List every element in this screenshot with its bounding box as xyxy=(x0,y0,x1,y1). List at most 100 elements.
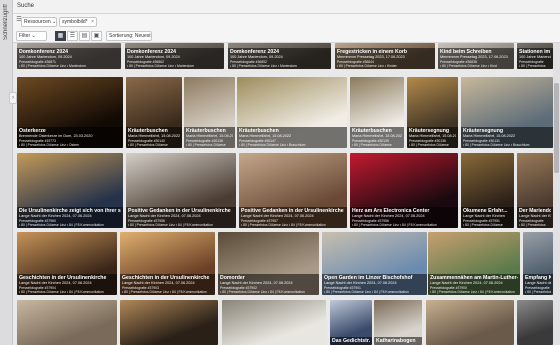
result-tile[interactable]: Kräuterbuschen Maria Himmelfahrt, 15.08.2… xyxy=(350,77,404,148)
tile-caption: Ökumene Erfahr... Lange Nacht der Kirchen… xyxy=(461,207,514,228)
tile-caption: Die Ursulinenkirche zeigt sich von ihrer… xyxy=(17,207,123,228)
list-view-icon[interactable]: ☰ xyxy=(67,31,78,41)
tile-collections: • 80 | Pressefotos Diözese Linz • 84 | F… xyxy=(324,289,409,294)
tile-collections: • 80 | Pressefotos Diözese Linz • Kinder xyxy=(337,63,397,68)
tile-caption: Kind beim Schreiben Mmmmmm Pressetag 2023… xyxy=(438,48,514,69)
tile-caption: Herz am Ars Electronica Center Lange Nach… xyxy=(350,207,458,228)
tile-caption: Domorder Lange Nacht der Kirchen 2024, 07… xyxy=(218,274,319,295)
result-tile[interactable]: Open Garden im Linzer Bischofshof Lange N… xyxy=(322,232,427,295)
result-tile[interactable]: Empfang KäLange Nacht der KirchenPressef… xyxy=(523,232,553,295)
app-window: Schnellzugriff › Suche ☰ Ressourcen ⌄ sy… xyxy=(0,0,560,345)
result-tile[interactable] xyxy=(120,300,218,345)
result-tile[interactable] xyxy=(517,300,553,345)
sort-dropdown[interactable]: Sortierung: Neueste xyxy=(106,31,152,41)
tile-collections: • 80 | Pressefotos Diözese xyxy=(463,222,503,227)
tile-collections: • 80 | Pressefotos Diözese Linz • Marien… xyxy=(19,63,86,68)
tile-caption: Positive Gedanken in der Ursulinenkirche… xyxy=(126,207,236,228)
thumbnail-image xyxy=(222,300,326,345)
result-tile[interactable]: Geschichten in der Ursulinenkirche Lange … xyxy=(17,232,117,295)
tile-collections: • 80 | Pressefotos Diözese Linz • Marien… xyxy=(127,63,194,68)
page-header: Suche xyxy=(13,0,560,14)
tile-collections: • 80 | Pressefotos Diözese Linz • 84 | F… xyxy=(430,289,515,294)
result-tile[interactable]: Domorder Lange Nacht der Kirchen 2024, 07… xyxy=(218,232,319,295)
result-tile[interactable]: Domkonferenz 2024 100 Jahre Mariendom, 09… xyxy=(125,43,224,69)
result-tile[interactable]: Ökumene Erfahr... Lange Nacht der Kirchen… xyxy=(461,153,514,228)
result-tile[interactable] xyxy=(222,300,326,345)
search-value: symbolbild* xyxy=(62,19,88,25)
tile-collections: • 80 | Pressefotos xyxy=(519,63,546,68)
tile-caption: Stationen im Dom100 Jahre MariendomPress… xyxy=(517,48,553,69)
tile-caption: Positive Gedanken in der Ursulinenkirche… xyxy=(239,207,347,228)
tile-collections: • 80 | Pressefotos Diözese Linz • Brauch… xyxy=(239,142,306,147)
result-tile[interactable]: Kräuterbuschen Maria Himmelfahrt, 15.08.2… xyxy=(237,77,347,148)
sidebar-toggle-icon[interactable]: › xyxy=(9,92,17,104)
tile-caption: Domkonferenz 2024 100 Jahre Mariendom, 09… xyxy=(228,48,331,69)
tile-collections: • 80 | Pressefotos Diözese Linz • 84 | F… xyxy=(19,289,104,294)
result-tile[interactable]: Kräuterbuschen Maria Himmelfahrt, 15.08.2… xyxy=(126,77,182,148)
tile-collections: • 80 | Pressefotos Diözese Linz • 84 | F… xyxy=(122,289,207,294)
tile-caption: Domkonferenz 2024 100 Jahre Mariendom, 09… xyxy=(17,48,121,69)
tile-caption: Katharinabogen xyxy=(374,337,422,345)
tile-collections: • 80 | Pressefotos xyxy=(525,289,551,294)
tile-collections: • 80 | Pressefotos Diözese xyxy=(128,142,168,147)
tile-title: Das Gedichtstr... xyxy=(332,338,370,344)
tile-caption: Fregestricken in einem Korb Mmmmmm Presse… xyxy=(335,48,435,69)
vertical-scrollbar[interactable] xyxy=(553,43,560,345)
result-tile[interactable]: Kräutersegnung Maria Himmelfahrt, 15.08.2… xyxy=(461,77,553,148)
result-tile[interactable]: Positive Gedanken in der Ursulinenkirche… xyxy=(239,153,347,228)
tile-caption: Kräuterbuschen Maria Himmelfahrt, 15.08.2… xyxy=(237,127,347,148)
tile-collections: • 80 | Pressefotos Diözese Linz • 84 | F… xyxy=(128,222,213,227)
tile-collections: • 80 | Pressefotos Diözese Linz • 84 | F… xyxy=(241,222,326,227)
tile-collections: • 80 | Pressefotos Diözese Linz • Brauch… xyxy=(463,142,530,147)
tile-collections: • 80 | Pressefotos Diözese Linz • Ostern xyxy=(19,142,80,147)
result-tile[interactable]: Die Ursulinenkirche zeigt sich von ihrer… xyxy=(17,153,123,228)
resource-type-dropdown[interactable]: Ressourcen ⌄ xyxy=(21,17,57,27)
result-tile[interactable]: Katharinabogen xyxy=(374,300,422,345)
result-tile[interactable]: Das Gedichtstr... xyxy=(330,300,372,345)
result-tile[interactable]: Stationen im Dom100 Jahre MariendomPress… xyxy=(517,43,553,69)
filter-button[interactable]: Filter ⌄ xyxy=(16,31,47,41)
result-tile[interactable]: Domkonferenz 2024 100 Jahre Mariendom, 09… xyxy=(228,43,331,69)
grid-view-icon[interactable]: ▦ xyxy=(55,31,66,41)
search-input[interactable]: symbolbild* × xyxy=(59,17,97,27)
tile-caption: Kräuterbuschen Maria Himmelfahrt, 15.08.2… xyxy=(126,127,182,148)
compact-view-icon[interactable]: ▣ xyxy=(91,31,102,41)
result-tile[interactable]: Zusammennähen am Martin-Luther-PlatzLang… xyxy=(428,232,520,295)
result-tile[interactable]: Fregestricken in einem Korb Mmmmmm Presse… xyxy=(335,43,435,69)
tile-collections: • 80 | Pressefotos Diözese Linz • 84 | F… xyxy=(220,289,305,294)
tile-caption: Kräuterbuschen Maria Himmelfahrt, 15.08.2… xyxy=(350,127,404,148)
result-tile[interactable]: Osterkerze Brennende Osterkerze im Dom, 2… xyxy=(17,77,123,148)
result-tile[interactable] xyxy=(17,300,117,345)
result-tile[interactable]: Positive Gedanken in der Ursulinenkirche… xyxy=(126,153,236,228)
tile-caption: Domkonferenz 2024 100 Jahre Mariendom, 09… xyxy=(125,48,224,69)
tile-caption: Das Gedichtstr... xyxy=(330,337,372,345)
result-tile[interactable]: Kräuterbuschen Maria Himmelfahrt, 15.08.2… xyxy=(184,77,235,148)
tile-caption: Geschichten in der Ursulinenkirche Lange … xyxy=(17,274,117,295)
tile-collections: • 80 | Pressefotos Diözese xyxy=(186,142,226,147)
tile-collections: • 80 | Pressefotos Diözese xyxy=(352,142,392,147)
tile-collections: • 80 | Pressefotos Diözese Linz • 84 | F… xyxy=(352,222,437,227)
quick-access-sidebar[interactable]: Schnellzugriff xyxy=(0,0,13,345)
result-tile[interactable]: Domkonferenz 2024 100 Jahre Mariendom, 09… xyxy=(17,43,121,69)
tile-caption: Kräuterbuschen Maria Himmelfahrt, 15.08.2… xyxy=(184,127,235,148)
table-view-icon[interactable]: ▤ xyxy=(79,31,90,41)
clear-search-icon[interactable]: × xyxy=(91,18,94,26)
tile-caption: Kräutersegnung Maria Himmelfahrt, 15.08.2… xyxy=(407,127,458,148)
result-tile[interactable]: Geschichten in der Ursulinenkirche Lange … xyxy=(120,232,215,295)
result-tile[interactable]: Kräutersegnung Maria Himmelfahrt, 15.08.2… xyxy=(407,77,458,148)
thumbnail-image xyxy=(120,300,218,345)
scrollbar-thumb[interactable] xyxy=(554,83,559,173)
tile-caption: Kräutersegnung Maria Himmelfahrt, 15.08.2… xyxy=(461,127,553,148)
result-tile[interactable]: Herz am Ars Electronica Center Lange Nach… xyxy=(350,153,458,228)
thumbnail-image xyxy=(426,300,514,345)
tile-title: Katharinabogen xyxy=(376,338,416,344)
result-tile[interactable] xyxy=(426,300,514,345)
result-tile[interactable]: Kind beim Schreiben Mmmmmm Pressetag 2023… xyxy=(438,43,514,69)
thumbnail-image xyxy=(517,300,553,345)
page-title: Suche xyxy=(17,3,35,9)
tile-collections: • 80 | Pressefotos Diözese Linz • 84 | F… xyxy=(19,222,104,227)
tile-collections: • 80 | Pressefotos Diözese Linz • Kind xyxy=(440,63,497,68)
result-tile[interactable]: Der Mariendom inLange Nacht der KirchenP… xyxy=(517,153,553,228)
thumbnail-image xyxy=(17,300,117,345)
tile-collections: • 80 | Pressefotos xyxy=(519,222,546,227)
